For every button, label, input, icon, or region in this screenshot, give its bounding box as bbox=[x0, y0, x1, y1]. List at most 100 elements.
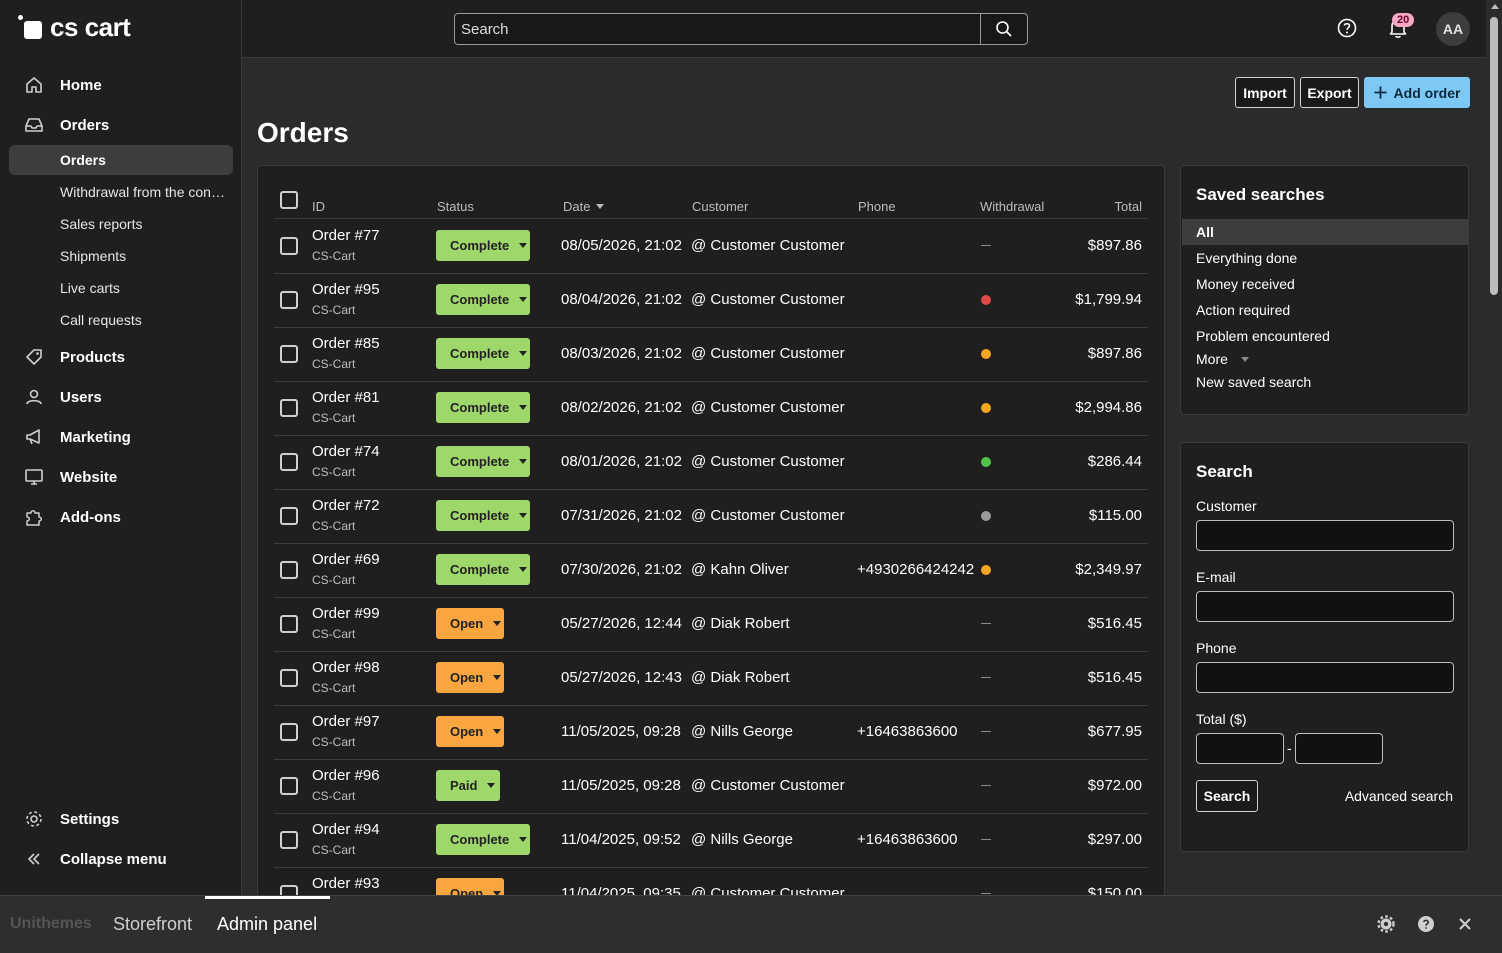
sidebar-item-orders[interactable]: Orders bbox=[9, 109, 233, 141]
sidebar-subitem-orders[interactable]: Orders bbox=[9, 145, 233, 175]
order-id-link[interactable]: Order #94 bbox=[312, 821, 380, 838]
close-icon[interactable] bbox=[1458, 917, 1472, 931]
status-dropdown[interactable]: Complete bbox=[436, 284, 530, 315]
table-row[interactable]: Order #95 CS-Cart Complete 08/04/2026, 21:0… bbox=[274, 273, 1148, 328]
phone-field[interactable] bbox=[1196, 662, 1454, 693]
customer-link[interactable]: @ Customer Customer bbox=[691, 507, 845, 524]
sidebar-item-home[interactable]: Home bbox=[9, 69, 233, 101]
help-icon[interactable] bbox=[1337, 18, 1357, 38]
customer-link[interactable]: @ Customer Customer bbox=[691, 399, 845, 416]
sidebar-subitem-call-requests[interactable]: Call requests bbox=[9, 305, 233, 335]
row-checkbox[interactable] bbox=[280, 561, 298, 579]
sidebar-item-add-ons[interactable]: Add-ons bbox=[9, 501, 233, 533]
customer-link[interactable]: @ Customer Customer bbox=[691, 291, 845, 308]
row-checkbox[interactable] bbox=[280, 615, 298, 633]
sidebar-subitem-withdrawal[interactable]: Withdrawal from the contract bbox=[9, 177, 233, 207]
order-id-link[interactable]: Order #77 bbox=[312, 227, 380, 244]
status-dropdown[interactable]: Complete bbox=[436, 824, 530, 855]
sidebar-item-marketing[interactable]: Marketing bbox=[9, 421, 233, 453]
saved-search-action-required[interactable]: Action required bbox=[1182, 297, 1469, 323]
saved-search-all[interactable]: All bbox=[1182, 219, 1469, 245]
saved-search-everything-done[interactable]: Everything done bbox=[1182, 245, 1469, 271]
row-checkbox[interactable] bbox=[280, 777, 298, 795]
table-row[interactable]: Order #85 CS-Cart Complete 08/03/2026, 21:0… bbox=[274, 327, 1148, 382]
customer-field[interactable] bbox=[1196, 520, 1454, 551]
table-row[interactable]: Order #77 CS-Cart Complete 08/05/2026, 21:0… bbox=[274, 219, 1148, 274]
collapse-menu-button[interactable]: Collapse menu bbox=[9, 843, 233, 875]
table-row[interactable]: Order #72 CS-Cart Complete 07/31/2026, 21:0… bbox=[274, 489, 1148, 544]
sidebar-item-website[interactable]: Website bbox=[9, 461, 233, 493]
status-dropdown[interactable]: Open bbox=[436, 608, 504, 639]
search-button[interactable]: Search bbox=[1196, 780, 1258, 812]
help-icon[interactable] bbox=[1417, 915, 1435, 933]
status-dropdown[interactable]: Paid bbox=[436, 770, 500, 801]
row-checkbox[interactable] bbox=[280, 291, 298, 309]
scroll-up-arrow-icon[interactable] bbox=[1491, 4, 1499, 9]
column-header-total[interactable]: Total bbox=[1115, 199, 1142, 214]
table-row[interactable]: Order #99 CS-Cart Open 05/27/2026, 12:44 @ D… bbox=[274, 597, 1148, 652]
column-header-id[interactable]: ID bbox=[312, 199, 325, 214]
search-input[interactable] bbox=[455, 19, 980, 39]
order-id-link[interactable]: Order #95 bbox=[312, 281, 380, 298]
sidebar-subitem-sales-reports[interactable]: Sales reports bbox=[9, 209, 233, 239]
row-checkbox[interactable] bbox=[280, 831, 298, 849]
order-id-link[interactable]: Order #93 bbox=[312, 875, 380, 892]
email-field[interactable] bbox=[1196, 591, 1454, 622]
avatar[interactable]: AA bbox=[1436, 12, 1470, 46]
tab-admin-panel[interactable]: Admin panel bbox=[217, 914, 317, 935]
table-row[interactable]: Order #96 CS-Cart Paid 11/05/2025, 09:28 @ C… bbox=[274, 759, 1148, 814]
column-header-phone[interactable]: Phone bbox=[858, 199, 896, 214]
status-dropdown[interactable]: Complete bbox=[436, 446, 530, 477]
add-order-button[interactable]: Add order bbox=[1364, 77, 1470, 108]
export-button[interactable]: Export bbox=[1300, 77, 1359, 108]
gear-icon[interactable] bbox=[1377, 915, 1395, 933]
table-row[interactable]: Order #98 CS-Cart Open 05/27/2026, 12:43 @ D… bbox=[274, 651, 1148, 706]
order-id-link[interactable]: Order #96 bbox=[312, 767, 380, 784]
new-saved-search-link[interactable]: New saved search bbox=[1182, 369, 1469, 395]
status-dropdown[interactable]: Open bbox=[436, 662, 504, 693]
select-all-checkbox[interactable] bbox=[280, 191, 298, 209]
column-header-customer[interactable]: Customer bbox=[692, 199, 748, 214]
search-submit-button[interactable] bbox=[980, 14, 1027, 44]
sidebar-item-users[interactable]: Users bbox=[9, 381, 233, 413]
sidebar-item-settings[interactable]: Settings bbox=[9, 803, 233, 835]
column-header-status[interactable]: Status bbox=[437, 199, 474, 214]
import-button[interactable]: Import bbox=[1235, 77, 1295, 108]
order-id-link[interactable]: Order #74 bbox=[312, 443, 380, 460]
row-checkbox[interactable] bbox=[280, 345, 298, 363]
customer-link[interactable]: @ Diak Robert bbox=[691, 615, 790, 632]
table-row[interactable]: Order #69 CS-Cart Complete 07/30/2026, 21:0… bbox=[274, 543, 1148, 598]
total-max-field[interactable] bbox=[1295, 733, 1383, 764]
customer-link[interactable]: @ Customer Customer bbox=[691, 453, 845, 470]
cs-cart-logo[interactable]: cs cart bbox=[18, 12, 131, 43]
customer-link[interactable]: @ Customer Customer bbox=[691, 345, 845, 362]
status-dropdown[interactable]: Complete bbox=[436, 230, 530, 261]
row-checkbox[interactable] bbox=[280, 723, 298, 741]
column-header-withdrawal[interactable]: Withdrawal bbox=[980, 199, 1044, 214]
status-dropdown[interactable]: Complete bbox=[436, 392, 530, 423]
tab-storefront[interactable]: Storefront bbox=[113, 914, 192, 935]
status-dropdown[interactable]: Complete bbox=[436, 554, 530, 585]
table-row[interactable]: Order #97 CS-Cart Open 11/05/2025, 09:28 @ N… bbox=[274, 705, 1148, 760]
page-scrollbar[interactable] bbox=[1487, 0, 1502, 895]
row-checkbox[interactable] bbox=[280, 669, 298, 687]
scrollbar-thumb[interactable] bbox=[1490, 17, 1498, 295]
customer-link[interactable]: @ Customer Customer bbox=[691, 237, 845, 254]
saved-search-money-received[interactable]: Money received bbox=[1182, 271, 1469, 297]
order-id-link[interactable]: Order #99 bbox=[312, 605, 380, 622]
table-row[interactable]: Order #94 CS-Cart Complete 11/04/2025, 09:5… bbox=[274, 813, 1148, 868]
row-checkbox[interactable] bbox=[280, 237, 298, 255]
status-dropdown[interactable]: Open bbox=[436, 716, 504, 747]
order-id-link[interactable]: Order #81 bbox=[312, 389, 380, 406]
status-dropdown[interactable]: Complete bbox=[436, 500, 530, 531]
customer-link[interactable]: @ Nills George bbox=[691, 723, 793, 740]
order-id-link[interactable]: Order #85 bbox=[312, 335, 380, 352]
status-dropdown[interactable]: Complete bbox=[436, 338, 530, 369]
customer-link[interactable]: @ Customer Customer bbox=[691, 777, 845, 794]
table-row[interactable]: Order #81 CS-Cart Complete 08/02/2026, 21:0… bbox=[274, 381, 1148, 436]
order-id-link[interactable]: Order #72 bbox=[312, 497, 380, 514]
customer-link[interactable]: @ Nills George bbox=[691, 831, 793, 848]
column-header-date[interactable]: Date bbox=[563, 199, 605, 214]
row-checkbox[interactable] bbox=[280, 507, 298, 525]
order-id-link[interactable]: Order #98 bbox=[312, 659, 380, 676]
